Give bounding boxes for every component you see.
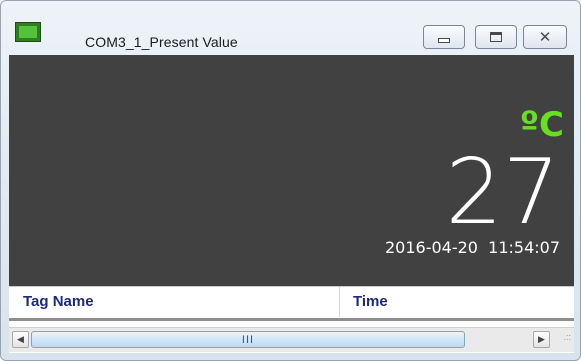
title-bar[interactable]: COM3_1_Present Value ✕: [1, 1, 580, 55]
resize-grip-icon[interactable]: .::: [557, 333, 571, 348]
chevron-left-icon: ◀: [17, 334, 24, 344]
maximize-icon: [490, 32, 502, 42]
close-icon: ✕: [538, 28, 552, 46]
minimize-icon: [438, 37, 450, 43]
unit-label: ºC: [519, 105, 564, 145]
column-header-time[interactable]: Time: [353, 287, 388, 317]
scrollbar-thumb[interactable]: III: [31, 331, 465, 348]
app-icon[interactable]: [15, 22, 41, 42]
scroll-left-button[interactable]: ◀: [12, 331, 29, 348]
thumb-grip-icon: III: [241, 333, 255, 346]
present-value-window: COM3_1_Present Value ✕ ºC 27 2016-04-20 …: [0, 0, 581, 361]
maximize-button[interactable]: [475, 25, 517, 49]
minimize-button[interactable]: [423, 25, 465, 49]
column-divider[interactable]: [339, 287, 340, 317]
close-button[interactable]: ✕: [523, 25, 567, 49]
table-row[interactable]: [9, 318, 574, 321]
window-title: COM3_1_Present Value: [85, 34, 238, 50]
scroll-right-button[interactable]: ▶: [533, 331, 550, 348]
column-header-tag-name[interactable]: Tag Name: [23, 287, 94, 317]
value-timestamp: 2016-04-20 11:54:07: [384, 238, 560, 257]
horizontal-scrollbar[interactable]: ◀ III ▶ .::: [9, 327, 574, 352]
value-display: ºC 27 2016-04-20 11:54:07: [9, 55, 574, 286]
chevron-right-icon: ▶: [538, 334, 545, 344]
present-value: 27: [445, 140, 560, 245]
